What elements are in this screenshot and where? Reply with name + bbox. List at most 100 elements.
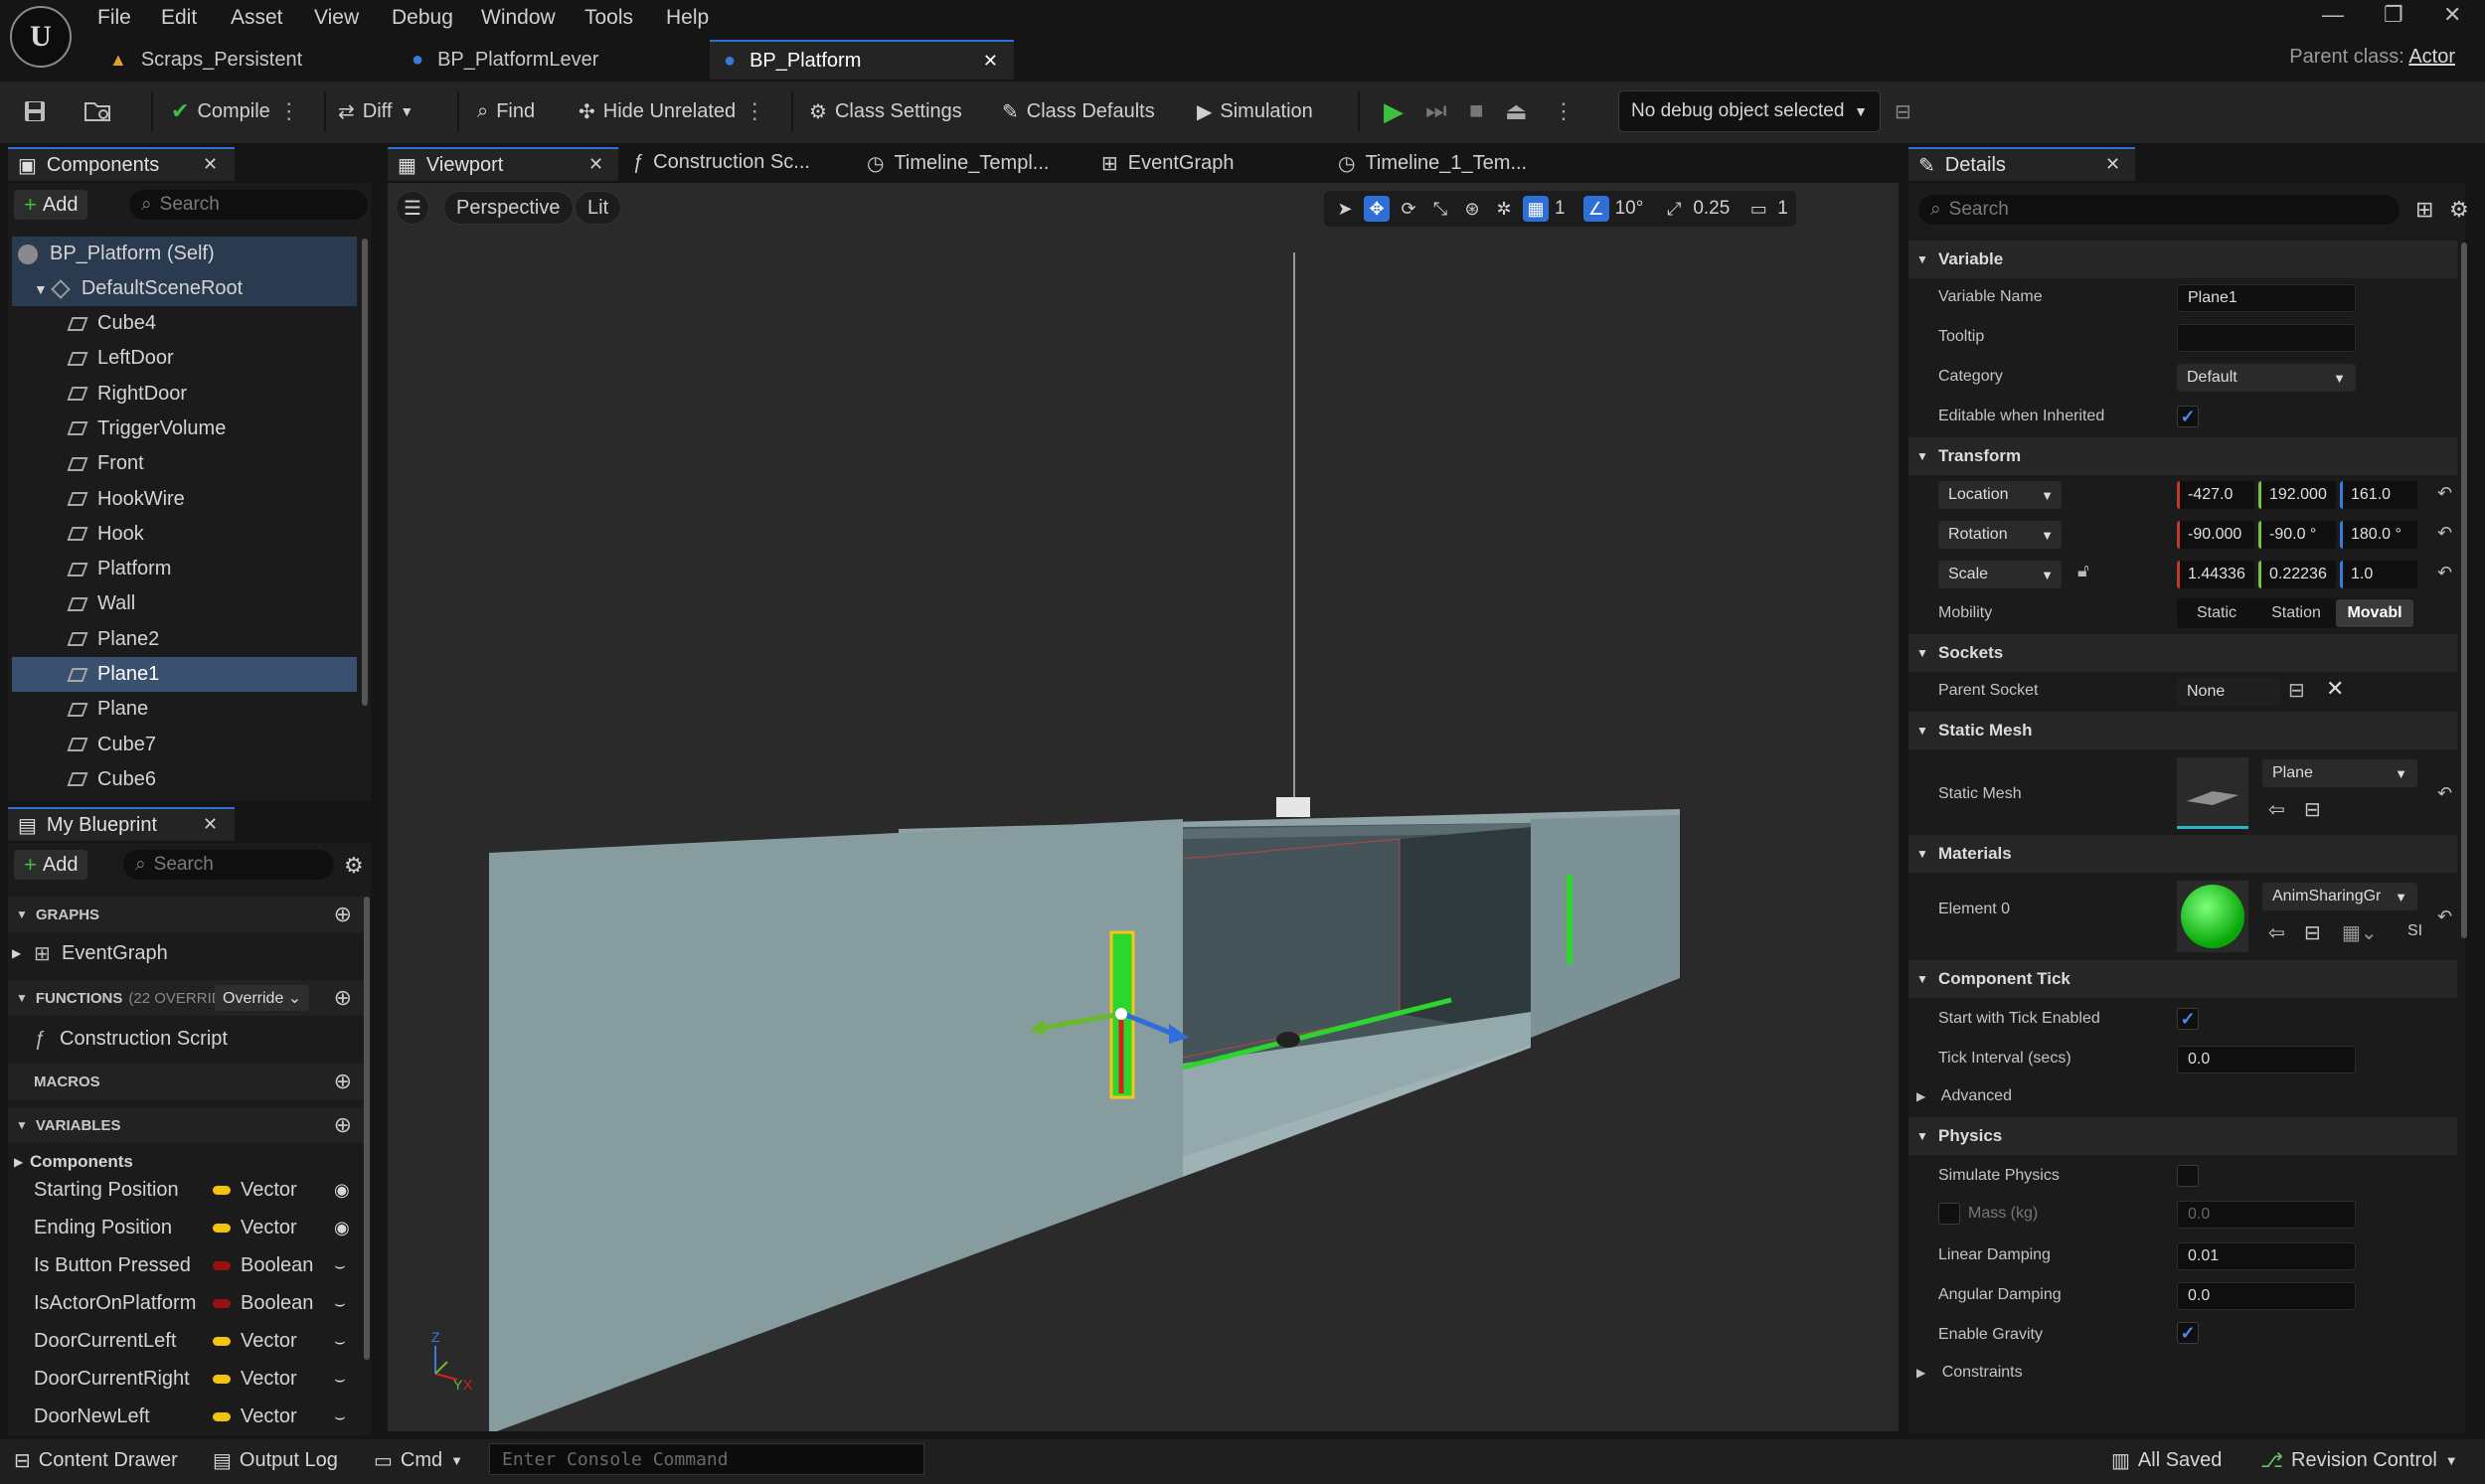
surface-snap-icon[interactable]: ✲: [1491, 196, 1517, 222]
menu-asset[interactable]: Asset: [231, 6, 283, 30]
select-icon[interactable]: ➤: [1332, 196, 1358, 222]
browse-icon[interactable]: [83, 94, 113, 128]
mobility-movable[interactable]: Movabl: [2336, 599, 2413, 627]
lit-button[interactable]: Lit: [575, 191, 622, 225]
eye-closed-icon[interactable]: ⌣: [334, 1406, 346, 1427]
tree-item-component[interactable]: RightDoor: [12, 377, 357, 412]
diff-button[interactable]: ⇄ Diff ▼: [338, 94, 414, 128]
eye-open-icon[interactable]: ◉: [334, 1218, 350, 1238]
variable-name-input[interactable]: Plane1: [2177, 284, 2356, 312]
eye-closed-icon[interactable]: ⌣: [334, 1293, 346, 1314]
variable-item[interactable]: Is Button Pressed Boolean ⌣: [8, 1246, 364, 1284]
revision-control-button[interactable]: ⎇ Revision Control ▼: [2260, 1448, 2458, 1473]
graph-item-eventgraph[interactable]: ▶ ⊞ EventGraph: [8, 934, 364, 972]
perspective-button[interactable]: Perspective: [443, 191, 574, 225]
close-icon[interactable]: ✕: [2105, 154, 2120, 175]
editable-inherited-checkbox[interactable]: ✓: [2177, 406, 2199, 427]
macros-section-header[interactable]: MACROS ⊕: [8, 1064, 364, 1099]
mobility-stationary[interactable]: Station: [2256, 604, 2336, 622]
close-icon[interactable]: ✕: [588, 154, 603, 175]
tree-item-component[interactable]: Plane: [12, 692, 357, 727]
eye-closed-icon[interactable]: ⌣: [334, 1255, 346, 1276]
simulate-physics-checkbox[interactable]: [2177, 1165, 2199, 1187]
eye-closed-icon[interactable]: ⌣: [334, 1331, 346, 1352]
browse-asset-icon[interactable]: ⊟: [2304, 920, 2321, 945]
rotation-snap-value[interactable]: 10°: [1615, 198, 1644, 220]
simulation-button[interactable]: ▶ Simulation: [1197, 94, 1313, 128]
static-mesh-section-header[interactable]: ▼ Static Mesh: [1908, 712, 2457, 749]
menu-tools[interactable]: Tools: [584, 6, 633, 30]
menu-edit[interactable]: Edit: [161, 6, 197, 30]
eject-icon[interactable]: ⏏: [1505, 94, 1528, 128]
menu-view[interactable]: View: [314, 6, 359, 30]
variable-item[interactable]: DoorNewLeft Vector ⌣: [8, 1398, 364, 1435]
class-settings-button[interactable]: ⚙ Class Settings: [809, 94, 962, 128]
use-selected-icon[interactable]: ⇦: [2268, 920, 2285, 945]
tree-item-component[interactable]: Platform: [12, 552, 357, 586]
material-options-icon[interactable]: ▦⌄: [2342, 920, 2378, 945]
camera-speed-value[interactable]: 1: [1777, 198, 1788, 220]
location-y-input[interactable]: 192.000: [2258, 481, 2336, 509]
scale-y-input[interactable]: 0.22236: [2258, 561, 2336, 588]
expand-icon[interactable]: ▶: [14, 1155, 23, 1169]
compile-options-icon[interactable]: ⋮: [278, 98, 300, 124]
doc-tab-bp-platformlever[interactable]: ● BP_PlatformLever: [398, 40, 706, 80]
scale-lock-icon[interactable]: 🔓︎: [2077, 561, 2089, 581]
angular-damping-input[interactable]: 0.0: [2177, 1282, 2356, 1310]
tab-eventgraph[interactable]: ⊞ EventGraph: [1101, 151, 1235, 176]
menu-window[interactable]: Window: [481, 6, 556, 30]
tab-timeline-1[interactable]: ◷ Timeline_1_Tem...: [1338, 151, 1527, 176]
expand-icon[interactable]: ▼: [34, 281, 48, 297]
tree-item-component[interactable]: HookWire: [12, 482, 357, 517]
tab-details[interactable]: ✎ Details: [1908, 147, 2135, 181]
mass-override-checkbox[interactable]: [1938, 1203, 1960, 1225]
step-icon[interactable]: ⏭: [1425, 94, 1447, 128]
camera-speed-icon[interactable]: ▭: [1745, 196, 1771, 222]
tree-item-component[interactable]: LeftDoor: [12, 341, 357, 376]
location-z-input[interactable]: 161.0: [2340, 481, 2417, 509]
tree-item-component[interactable]: Cube7: [12, 728, 357, 762]
physics-section-header[interactable]: ▼ Physics: [1908, 1117, 2457, 1155]
mobility-static[interactable]: Static: [2177, 604, 2256, 622]
graphs-section-header[interactable]: ▼ GRAPHS ⊕: [8, 897, 364, 932]
grid-snap-value[interactable]: 1: [1555, 198, 1566, 220]
tree-item-component[interactable]: Wall: [12, 586, 357, 621]
reset-scale-icon[interactable]: ↶: [2437, 563, 2452, 583]
tree-item-component[interactable]: Cube6: [12, 762, 357, 797]
viewport-canvas[interactable]: Z Y X: [388, 183, 1899, 1431]
content-drawer-button[interactable]: ⊟ Content Drawer: [14, 1448, 178, 1473]
variables-section-header[interactable]: ▼ VARIABLES ⊕: [8, 1107, 364, 1143]
reset-rotation-icon[interactable]: ↶: [2437, 523, 2452, 544]
hide-unrelated-button[interactable]: ✣ Hide Unrelated ⋮: [579, 94, 765, 128]
restore-icon[interactable]: ❐: [2384, 2, 2403, 28]
components-scrollbar[interactable]: [362, 239, 368, 706]
class-defaults-button[interactable]: ✎ Class Defaults: [1002, 94, 1155, 128]
scale-mode-select[interactable]: Scale ▼: [1938, 561, 2062, 588]
find-button[interactable]: ⌕ Find: [477, 94, 535, 128]
use-selected-icon[interactable]: ⇦: [2268, 797, 2285, 822]
add-component-button[interactable]: + Add: [14, 190, 88, 220]
advanced-expander[interactable]: ▶ Advanced: [1916, 1087, 2012, 1105]
linear-damping-input[interactable]: 0.01: [2177, 1242, 2356, 1270]
function-construction-script[interactable]: ƒ Construction Script: [8, 1020, 364, 1058]
tooltip-input[interactable]: [2177, 324, 2356, 352]
category-select[interactable]: Default ▼: [2177, 364, 2356, 392]
menu-debug[interactable]: Debug: [392, 6, 453, 30]
hide-unrelated-options-icon[interactable]: ⋮: [744, 98, 765, 124]
stop-icon[interactable]: ■: [1469, 94, 1484, 128]
sockets-section-header[interactable]: ▼ Sockets: [1908, 634, 2457, 672]
functions-section-header[interactable]: ▼ FUNCTIONS (22 OVERRIDABLE) Override ⌄ …: [8, 980, 364, 1016]
static-mesh-thumbnail[interactable]: [2177, 757, 2248, 829]
tree-item-component[interactable]: Cube4: [12, 306, 357, 341]
compile-button[interactable]: ✔ Compile ⋮: [171, 94, 300, 128]
tree-item-component[interactable]: TriggerVolume: [12, 412, 357, 446]
material-thumbnail[interactable]: [2177, 881, 2248, 952]
my-blueprint-search-input[interactable]: ⌕ Search: [123, 850, 334, 880]
location-x-input[interactable]: -427.0: [2177, 481, 2254, 509]
output-log-button[interactable]: ▤ Output Log: [213, 1448, 338, 1473]
reset-static-mesh-icon[interactable]: ↶: [2437, 783, 2452, 804]
materials-section-header[interactable]: ▼ Materials: [1908, 835, 2457, 873]
tab-my-blueprint[interactable]: ▤ My Blueprint: [8, 807, 235, 841]
eye-open-icon[interactable]: ◉: [334, 1180, 350, 1201]
tick-interval-input[interactable]: 0.0: [2177, 1046, 2356, 1073]
